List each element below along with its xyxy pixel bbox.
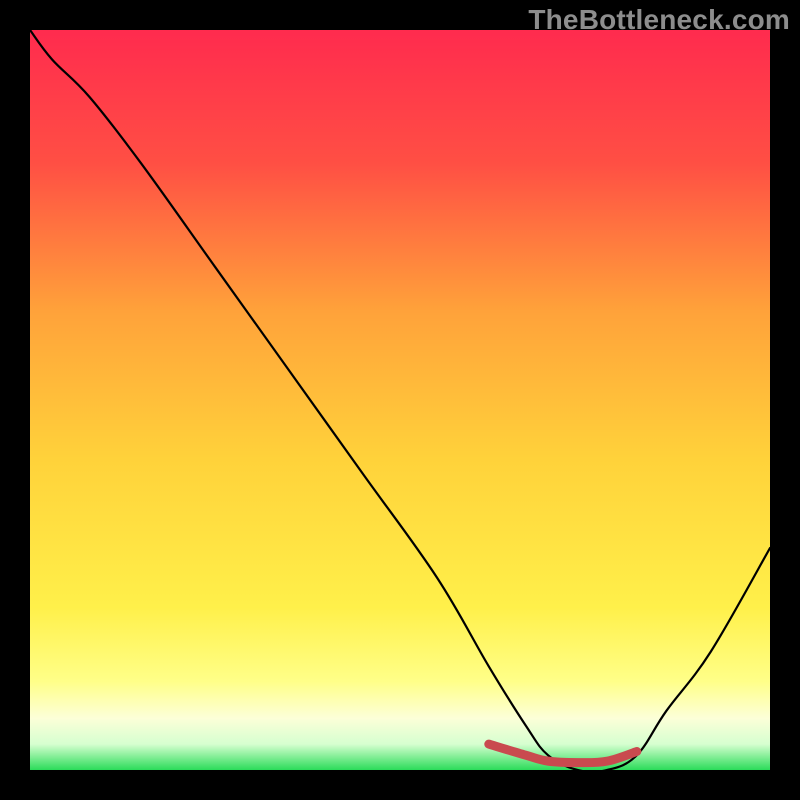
watermark-text: TheBottleneck.com — [528, 4, 790, 36]
bottleneck-plot — [30, 30, 770, 770]
gradient-background — [30, 30, 770, 770]
chart-frame — [30, 30, 770, 770]
